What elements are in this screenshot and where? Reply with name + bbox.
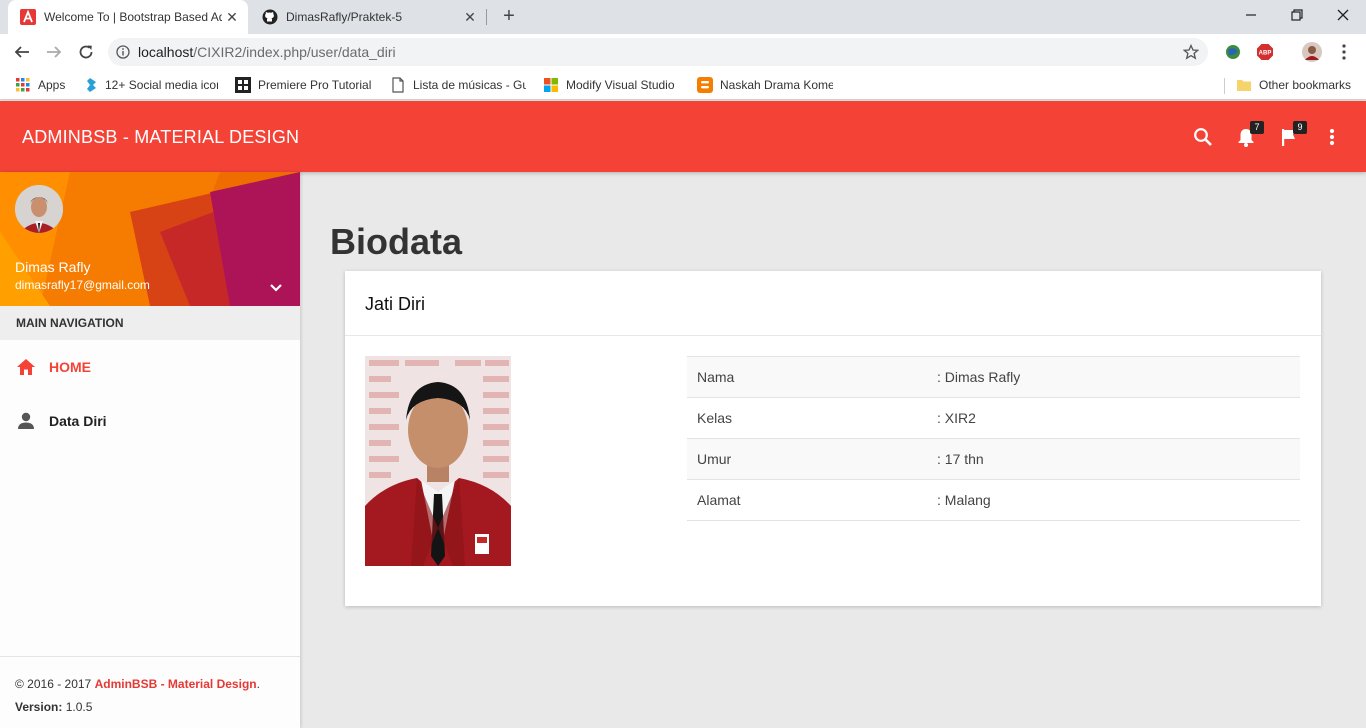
tasks-button[interactable]: 9 bbox=[1277, 121, 1307, 149]
bookmark-label: 12+ Social media icon bbox=[105, 78, 218, 92]
apps-grid-icon bbox=[15, 77, 31, 93]
page-title: Biodata bbox=[330, 221, 463, 262]
biodata-key: Nama bbox=[697, 369, 735, 385]
sidebar-item-data-diri[interactable]: Data Diri bbox=[0, 394, 300, 448]
copyright-period: . bbox=[256, 677, 260, 691]
biodata-card: Jati Diri Nama: Dimas Rafly Kelas: XIR… bbox=[345, 271, 1321, 606]
adblock-plus-icon[interactable]: ABP bbox=[1255, 42, 1275, 62]
table-row: Kelas : XIR2 bbox=[687, 397, 1300, 439]
video-icon bbox=[235, 77, 251, 93]
biodata-value: : XIR2 bbox=[937, 410, 976, 426]
bookmark-label: Naskah Drama Kome bbox=[720, 78, 833, 92]
bookmark-apps[interactable]: Apps bbox=[15, 76, 75, 94]
bookmark-social-media[interactable]: 12+ Social media icon bbox=[82, 76, 218, 94]
home-icon bbox=[15, 356, 37, 378]
biodata-key: Umur bbox=[697, 451, 732, 467]
biodata-value: : Malang bbox=[937, 492, 991, 508]
sidebar-item-label: HOME bbox=[49, 359, 91, 375]
bookmark-label: Lista de músicas - Gu bbox=[413, 78, 526, 92]
table-row: Nama : Dimas Rafly bbox=[687, 356, 1300, 398]
sidebar: Dimas Rafly dimasrafly17@gmail.com MAIN … bbox=[0, 172, 300, 728]
profile-photo bbox=[365, 356, 511, 566]
app-header: ADMINBSB - MATERIAL DESIGN 7 9 bbox=[0, 101, 1366, 172]
nav-header: MAIN NAVIGATION bbox=[0, 306, 300, 340]
bookmark-visual-studio[interactable]: Modify Visual Studio bbox=[543, 76, 677, 94]
bookmarks-bar: Apps 12+ Social media icon Premiere Pro … bbox=[0, 70, 1366, 100]
bookmark-label: Premiere Pro Tutorial bbox=[258, 78, 371, 92]
tab-title: Welcome To | Bootstrap Based Admin bbox=[44, 10, 222, 24]
version-line: Version: 1.0.5 bbox=[15, 696, 285, 719]
social-icon bbox=[82, 77, 98, 93]
chevron-down-icon[interactable] bbox=[266, 278, 286, 298]
notifications-button[interactable]: 7 bbox=[1234, 121, 1264, 149]
bookmark-label: Modify Visual Studio bbox=[566, 78, 675, 92]
biodata-key: Alamat bbox=[697, 492, 741, 508]
bookmark-label: Apps bbox=[38, 78, 66, 92]
tab-close-icon[interactable]: ✕ bbox=[222, 9, 242, 26]
copyright-line: © 2016 - 2017 AdminBSB - Material Design… bbox=[15, 673, 285, 696]
reload-icon[interactable] bbox=[74, 40, 98, 64]
url-text[interactable]: localhost/CIXIR2/index.php/user/data_dir… bbox=[138, 44, 1174, 60]
brand-title[interactable]: ADMINBSB - MATERIAL DESIGN bbox=[22, 127, 299, 148]
biodata-value: : 17 thn bbox=[937, 451, 984, 467]
url-path: /CIXIR2/index.php/user/data_diri bbox=[193, 44, 396, 60]
table-row: Alamat : Malang bbox=[687, 479, 1300, 521]
sidebar-item-label: Data Diri bbox=[49, 413, 107, 429]
minimize-icon[interactable] bbox=[1228, 0, 1274, 30]
tab-title: DimasRafly/Praktek-5 bbox=[286, 10, 403, 24]
biodata-value: : Dimas Rafly bbox=[937, 369, 1021, 385]
browser-toolbar: localhost/CIXIR2/index.php/user/data_dir… bbox=[0, 34, 1366, 70]
forward-arrow-icon[interactable] bbox=[42, 40, 66, 64]
adminbsb-favicon-icon bbox=[20, 9, 36, 25]
card-title: Jati Diri bbox=[345, 271, 1321, 336]
browser-menu-icon[interactable] bbox=[1334, 42, 1354, 62]
back-arrow-icon[interactable] bbox=[10, 40, 34, 64]
github-icon bbox=[262, 9, 278, 25]
blogger-icon bbox=[697, 77, 713, 93]
profile-avatar-icon[interactable] bbox=[1302, 42, 1322, 62]
avatar[interactable] bbox=[15, 185, 63, 233]
bookmark-premiere[interactable]: Premiere Pro Tutorial bbox=[235, 76, 371, 94]
copyright-text: © 2016 - 2017 bbox=[15, 677, 95, 691]
browser-tab-active[interactable]: Welcome To | Bootstrap Based Admin ✕ bbox=[8, 0, 248, 34]
more-vert-icon[interactable] bbox=[1320, 125, 1344, 149]
new-tab-icon[interactable]: + bbox=[498, 5, 520, 27]
sidebar-footer: © 2016 - 2017 AdminBSB - Material Design… bbox=[0, 656, 300, 728]
task-count-badge: 9 bbox=[1293, 121, 1307, 134]
notification-count-badge: 7 bbox=[1250, 121, 1264, 134]
tab-divider bbox=[486, 9, 487, 25]
version-label: Version: bbox=[15, 700, 63, 714]
bookmark-lista-musicas[interactable]: Lista de músicas - Gu bbox=[390, 76, 526, 94]
other-bookmarks[interactable]: Other bookmarks bbox=[1236, 76, 1356, 94]
bookmark-star-icon[interactable] bbox=[1174, 44, 1208, 60]
close-window-icon[interactable] bbox=[1320, 0, 1366, 30]
table-row: Umur : 17 thn bbox=[687, 438, 1300, 480]
folder-icon bbox=[1236, 77, 1252, 93]
biodata-key: Kelas bbox=[697, 410, 733, 426]
user-email: dimasrafly17@gmail.com bbox=[15, 278, 150, 292]
bookmark-naskah-drama[interactable]: Naskah Drama Kome bbox=[697, 76, 833, 94]
url-host: localhost bbox=[138, 44, 194, 60]
biodata-table: Nama : Dimas Rafly Kelas : XIR2 Umur : 1… bbox=[687, 356, 1300, 521]
search-icon[interactable] bbox=[1191, 125, 1215, 149]
user-name: Dimas Rafly bbox=[15, 259, 91, 275]
browser-tabstrip: Welcome To | Bootstrap Based Admin ✕ Dim… bbox=[0, 0, 1366, 34]
address-bar[interactable]: localhost/CIXIR2/index.php/user/data_dir… bbox=[108, 38, 1208, 66]
page-icon bbox=[390, 77, 406, 93]
restore-icon[interactable] bbox=[1274, 0, 1320, 30]
bookmarks-divider bbox=[1224, 78, 1225, 94]
tab-close-icon[interactable]: ✕ bbox=[460, 9, 480, 26]
sidebar-item-home[interactable]: HOME bbox=[0, 340, 300, 394]
brand-footer-link[interactable]: AdminBSB - Material Design bbox=[95, 677, 257, 691]
site-info-icon[interactable] bbox=[108, 45, 138, 59]
person-icon bbox=[15, 410, 37, 432]
other-bookmarks-label: Other bookmarks bbox=[1259, 78, 1352, 92]
extension-globe-icon[interactable] bbox=[1223, 42, 1243, 62]
svg-text:ABP: ABP bbox=[1259, 51, 1272, 57]
version-value: 1.0.5 bbox=[62, 700, 93, 714]
browser-tab-github[interactable]: DimasRafly/Praktek-5 ✕ bbox=[250, 0, 486, 34]
windows-icon bbox=[543, 77, 559, 93]
user-info-panel: Dimas Rafly dimasrafly17@gmail.com bbox=[0, 172, 300, 306]
